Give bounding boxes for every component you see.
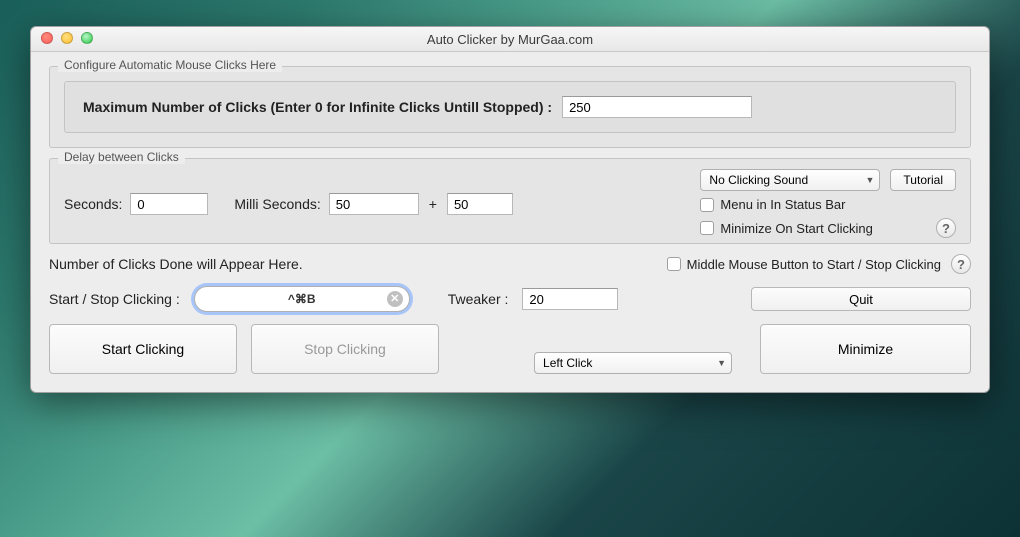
window-content: Configure Automatic Mouse Clicks Here Ma… (31, 52, 989, 392)
menu-statusbar-label: Menu in In Status Bar (720, 197, 845, 212)
shortcut-input[interactable]: ^⌘B ✕ (194, 286, 410, 312)
millis-input[interactable] (329, 193, 419, 215)
shortcut-label: Start / Stop Clicking : (49, 291, 180, 307)
delay-legend: Delay between Clicks (58, 150, 185, 164)
minimize-button[interactable]: Minimize (760, 324, 971, 374)
click-type-select[interactable]: Left Click ▼ (534, 352, 732, 374)
plus-label: + (427, 196, 439, 212)
minimize-start-label: Minimize On Start Clicking (720, 221, 872, 236)
clicks-done-status: Number of Clicks Done will Appear Here. (49, 256, 657, 272)
max-clicks-label: Maximum Number of Clicks (Enter 0 for In… (83, 99, 552, 115)
traffic-lights (41, 32, 93, 44)
chevron-down-icon: ▼ (717, 358, 726, 368)
titlebar[interactable]: Auto Clicker by MurGaa.com (31, 27, 989, 52)
bottom-row: Start Clicking Stop Clicking Left Click … (49, 324, 971, 374)
max-clicks-input[interactable] (562, 96, 752, 118)
max-clicks-box: Maximum Number of Clicks (Enter 0 for In… (64, 81, 956, 133)
sound-tutorial-row: No Clicking Sound ▼ Tutorial (700, 169, 956, 191)
shortcut-value: ^⌘B (288, 292, 316, 306)
menu-statusbar-checkbox[interactable] (700, 198, 714, 212)
clear-icon[interactable]: ✕ (387, 291, 403, 307)
sound-select-value: No Clicking Sound (709, 173, 808, 187)
millis-random-input[interactable] (447, 193, 513, 215)
configure-fieldset: Configure Automatic Mouse Clicks Here Ma… (49, 66, 971, 148)
seconds-input[interactable] (130, 193, 208, 215)
app-window: Auto Clicker by MurGaa.com Configure Aut… (30, 26, 990, 393)
tutorial-button[interactable]: Tutorial (890, 169, 956, 191)
delay-fieldset: Delay between Clicks Seconds: Milli Seco… (49, 158, 971, 244)
minimize-icon[interactable] (61, 32, 73, 44)
middle-mouse-row: Middle Mouse Button to Start / Stop Clic… (667, 257, 941, 272)
start-clicking-button[interactable]: Start Clicking (49, 324, 237, 374)
minimize-start-row: Minimize On Start Clicking ? (700, 218, 956, 238)
middle-mouse-label: Middle Mouse Button to Start / Stop Clic… (687, 257, 941, 272)
shortcut-row: Start / Stop Clicking : ^⌘B ✕ Tweaker : … (49, 286, 971, 312)
close-icon[interactable] (41, 32, 53, 44)
stop-clicking-button[interactable]: Stop Clicking (251, 324, 439, 374)
tweaker-input[interactable] (522, 288, 618, 310)
minimize-start-checkbox[interactable] (700, 221, 714, 235)
seconds-label: Seconds: (64, 196, 122, 212)
chevron-down-icon: ▼ (866, 175, 875, 185)
millis-label: Milli Seconds: (234, 196, 320, 212)
quit-button[interactable]: Quit (751, 287, 971, 311)
menu-statusbar-row: Menu in In Status Bar (700, 197, 956, 212)
zoom-icon[interactable] (81, 32, 93, 44)
sound-select[interactable]: No Clicking Sound ▼ (700, 169, 880, 191)
tweaker-label: Tweaker : (448, 291, 509, 307)
click-type-value: Left Click (543, 356, 592, 370)
help-icon[interactable]: ? (951, 254, 971, 274)
help-icon[interactable]: ? (936, 218, 956, 238)
delay-right-column: No Clicking Sound ▼ Tutorial Menu in In … (700, 169, 956, 238)
window-title: Auto Clicker by MurGaa.com (427, 32, 593, 47)
middle-mouse-checkbox[interactable] (667, 257, 681, 271)
configure-legend: Configure Automatic Mouse Clicks Here (58, 58, 282, 72)
status-row: Number of Clicks Done will Appear Here. … (49, 254, 971, 274)
